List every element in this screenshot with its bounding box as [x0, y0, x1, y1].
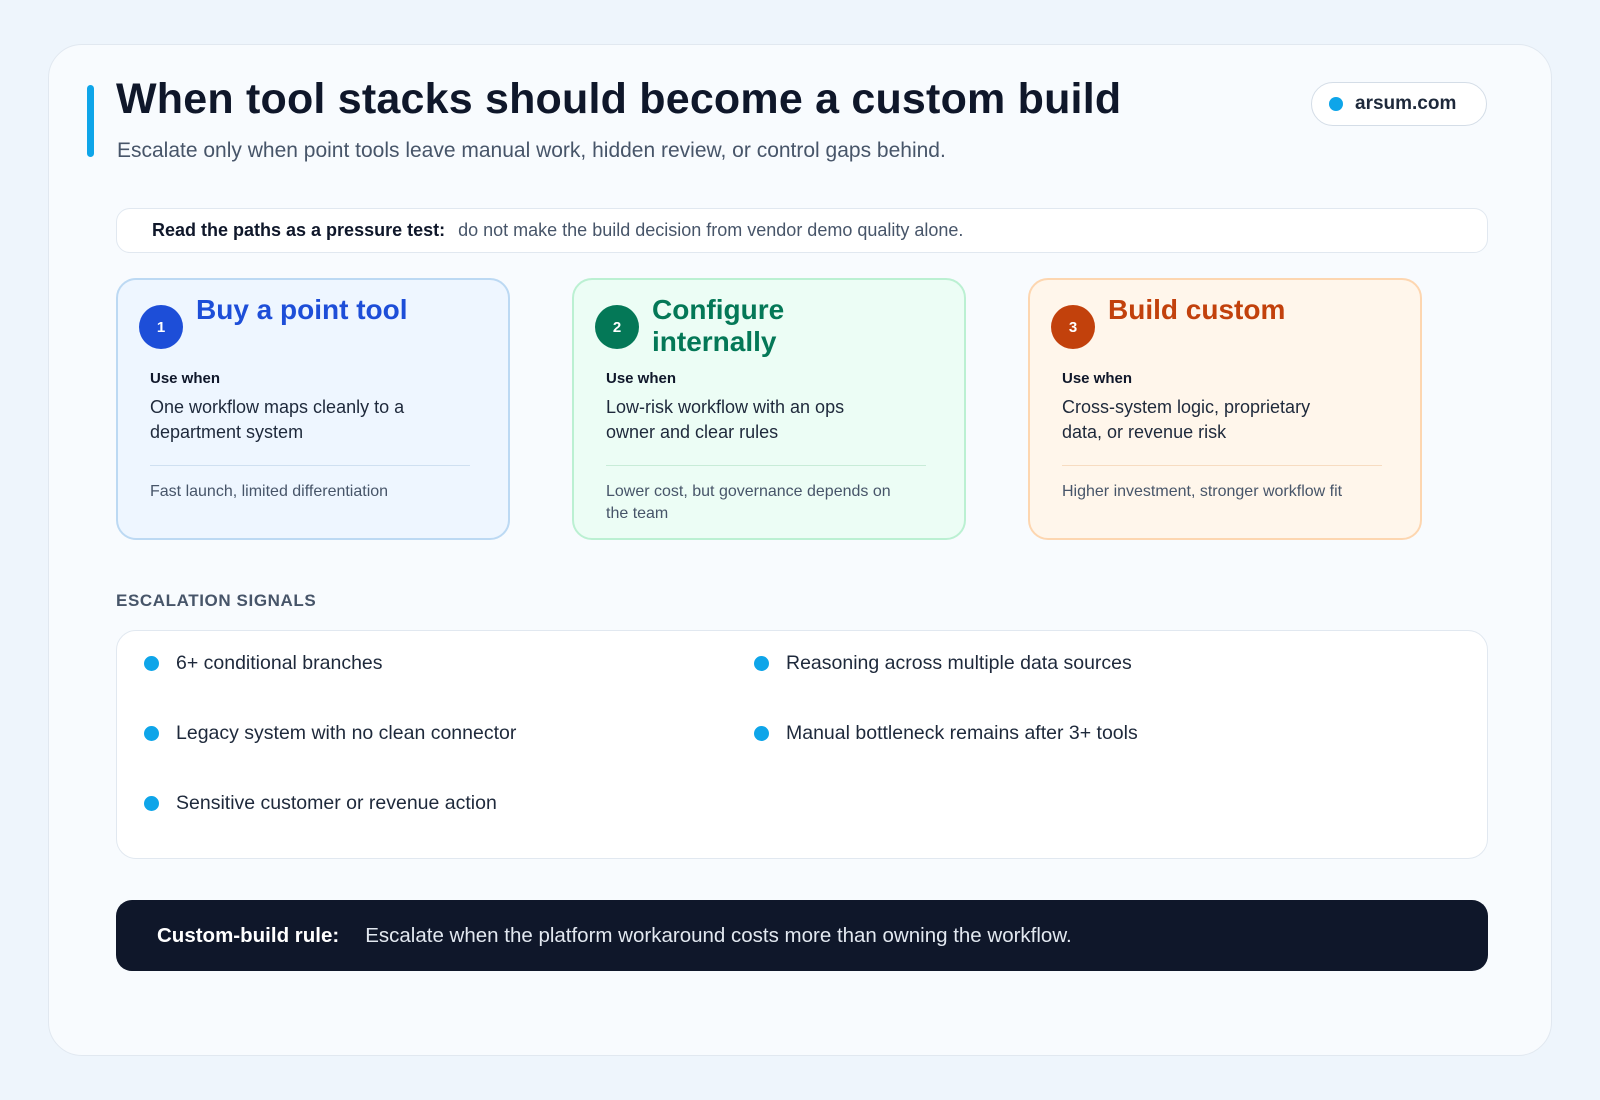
- bullet-dot-icon: [144, 656, 159, 671]
- title-accent-bar: [87, 85, 94, 157]
- path-title: Buy a point tool: [196, 294, 408, 325]
- brand-badge[interactable]: arsum.com: [1311, 82, 1487, 126]
- note-text: do not make the build decision from vend…: [458, 220, 964, 240]
- signal-item: Reasoning across multiple data sources: [754, 652, 1132, 675]
- use-when-text: Low-risk workflow with an ops owner and …: [606, 397, 845, 442]
- signal-text: 6+ conditional branches: [176, 652, 383, 674]
- use-when-label: Use when: [150, 370, 221, 387]
- signal-item: 6+ conditional branches: [144, 652, 383, 675]
- use-when-text: Cross-system logic, proprietary data, or…: [1062, 397, 1311, 442]
- signal-text: Sensitive customer or revenue action: [176, 792, 497, 814]
- brand-dot-icon: [1329, 97, 1343, 111]
- signal-item: Legacy system with no clean connector: [144, 722, 516, 745]
- bullet-dot-icon: [754, 726, 769, 741]
- path-number-badge: 1: [139, 305, 183, 349]
- escalation-signals-panel: 6+ conditional branches Reasoning across…: [116, 630, 1488, 859]
- path-title: Configure internally: [652, 294, 785, 357]
- signal-text: Reasoning across multiple data sources: [786, 652, 1132, 674]
- card-divider: [606, 465, 926, 466]
- path-tradeoff: Higher investment, stronger workflow fit: [1062, 483, 1343, 500]
- note-label: Read the paths as a pressure test:: [152, 220, 446, 240]
- pressure-test-note: Read the paths as a pressure test: do no…: [116, 208, 1488, 253]
- signal-item: Manual bottleneck remains after 3+ tools: [754, 722, 1138, 745]
- path-card-configure: 2 Configure internally Use when Low-risk…: [572, 278, 966, 540]
- use-when-label: Use when: [1062, 370, 1133, 387]
- path-tradeoff: Fast launch, limited differentiation: [150, 483, 389, 500]
- page-title: When tool stacks should become a custom …: [116, 75, 1122, 123]
- path-number-badge: 3: [1051, 305, 1095, 349]
- custom-build-rule-bar: Custom-build rule: Escalate when the pla…: [116, 900, 1488, 971]
- use-when-text: One workflow maps cleanly to a departmen…: [150, 397, 405, 442]
- bullet-dot-icon: [144, 726, 159, 741]
- use-when-label: Use when: [606, 370, 677, 387]
- card-divider: [1062, 465, 1382, 466]
- signal-text: Manual bottleneck remains after 3+ tools: [786, 722, 1138, 744]
- bullet-dot-icon: [144, 796, 159, 811]
- infographic-card: When tool stacks should become a custom …: [48, 44, 1552, 1056]
- signal-text: Legacy system with no clean connector: [176, 722, 517, 744]
- rule-text: Escalate when the platform workaround co…: [365, 923, 1072, 947]
- path-card-build: 3 Build custom Use when Cross-system log…: [1028, 278, 1422, 540]
- path-card-buy: 1 Buy a point tool Use when One workflow…: [116, 278, 510, 540]
- path-tradeoff: Lower cost, but governance depends on th…: [606, 483, 891, 522]
- page-subtitle: Escalate only when point tools leave man…: [117, 139, 946, 162]
- path-number-badge: 2: [595, 305, 639, 349]
- rule-label: Custom-build rule:: [157, 923, 340, 947]
- escalation-signals-heading: ESCALATION SIGNALS: [116, 591, 317, 610]
- brand-name: arsum.com: [1355, 93, 1457, 114]
- card-divider: [150, 465, 470, 466]
- signal-item: Sensitive customer or revenue action: [144, 792, 497, 815]
- path-title: Build custom: [1108, 294, 1286, 325]
- bullet-dot-icon: [754, 656, 769, 671]
